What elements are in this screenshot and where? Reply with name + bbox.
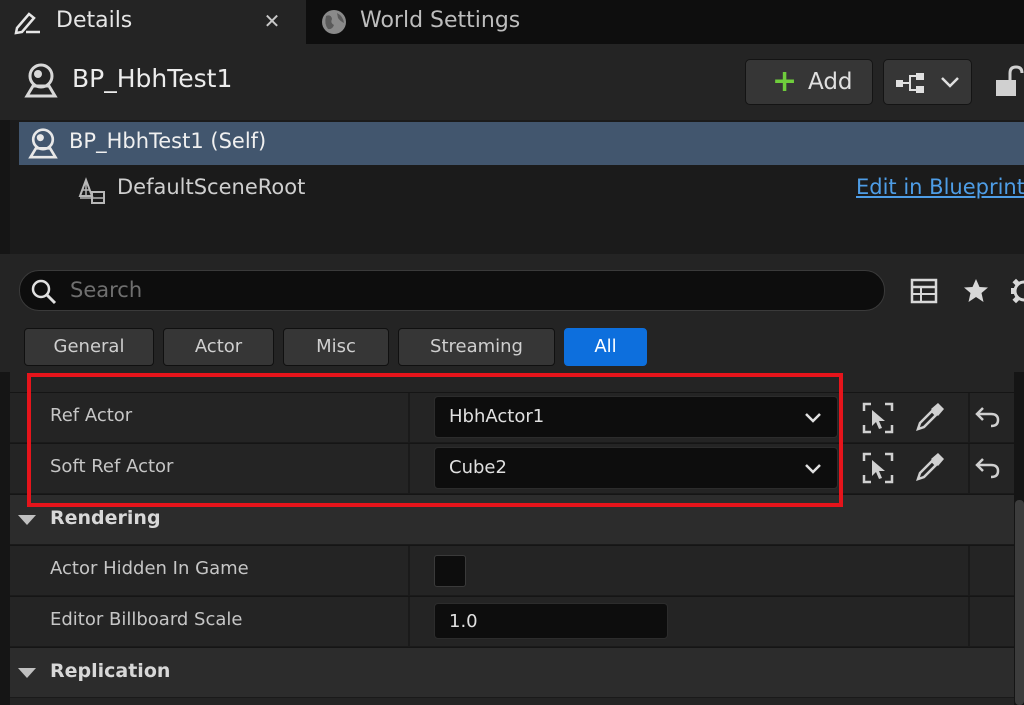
filter-general[interactable]: General: [24, 328, 154, 366]
column-divider: [968, 597, 970, 647]
ref-actor-value: HbhActor1: [449, 406, 545, 427]
scene-component-icon: [78, 177, 105, 204]
property-row-actor-hidden: Actor Hidden In Game: [10, 545, 1014, 596]
filter-misc[interactable]: Misc: [283, 328, 389, 366]
search-icon: [31, 279, 57, 305]
select-actor-icon[interactable]: [862, 452, 894, 484]
ref-actor-label: Ref Actor: [50, 405, 133, 426]
filter-all[interactable]: All: [564, 328, 647, 366]
eyedropper-icon[interactable]: [914, 451, 946, 483]
property-row-partial: [10, 372, 1014, 392]
rendering-label: Rendering: [50, 507, 161, 529]
tree-item-root-label: DefaultSceneRoot: [117, 175, 306, 199]
column-divider: [968, 444, 970, 494]
actor-title: BP_HbhTest1: [72, 64, 233, 93]
billboard-scale-value: 1.0: [449, 611, 478, 632]
tab-world-settings-label: World Settings: [360, 8, 521, 33]
category-replication[interactable]: Replication: [10, 647, 1014, 697]
search-box[interactable]: [19, 270, 885, 311]
close-icon[interactable]: ✕: [262, 9, 282, 33]
column-divider: [968, 546, 970, 596]
property-row-partial: [10, 698, 1014, 705]
reset-arrow-icon[interactable]: [975, 457, 1001, 479]
actor-hidden-label: Actor Hidden In Game: [50, 558, 249, 579]
ref-actor-combo[interactable]: HbhActor1: [434, 396, 838, 438]
chevron-down-icon: [941, 77, 959, 88]
tree-item-self-label: BP_HbhTest1 (Self): [69, 129, 267, 153]
edit-in-blueprint-link[interactable]: Edit in Blueprint: [856, 175, 1024, 199]
chevron-down-icon: [805, 413, 821, 423]
globe-icon: [322, 10, 346, 34]
gear-icon[interactable]: [1008, 276, 1024, 306]
tab-details-label: Details: [56, 8, 133, 33]
hierarchy-options-button[interactable]: [883, 59, 972, 105]
column-divider: [408, 444, 410, 494]
reset-arrow-icon[interactable]: [975, 406, 1001, 428]
scrollbar-thumb[interactable]: [1015, 500, 1024, 705]
chevron-down-icon: [805, 464, 821, 474]
category-rendering[interactable]: Rendering: [10, 494, 1014, 544]
column-divider: [968, 393, 970, 443]
add-button-label: Add: [808, 69, 853, 95]
expand-triangle-icon: [18, 668, 36, 678]
expand-triangle-icon: [18, 515, 36, 525]
soft-ref-actor-value: Cube2: [449, 457, 507, 478]
soft-ref-actor-label: Soft Ref Actor: [50, 456, 174, 477]
eyedropper-icon[interactable]: [914, 401, 946, 433]
lock-icon[interactable]: [994, 64, 1024, 98]
search-input[interactable]: [70, 275, 870, 305]
filter-streaming[interactable]: Streaming: [398, 328, 555, 366]
billboard-scale-label: Editor Billboard Scale: [50, 609, 243, 630]
tree-item-self[interactable]: BP_HbhTest1 (Self): [19, 122, 1024, 165]
soft-ref-actor-combo[interactable]: Cube2: [434, 447, 838, 489]
column-divider: [408, 546, 410, 596]
billboard-scale-input[interactable]: 1.0: [434, 603, 668, 639]
column-divider: [408, 597, 410, 647]
plus-icon: +: [772, 64, 798, 99]
pencil-icon: [14, 12, 40, 35]
filter-actor[interactable]: Actor: [163, 328, 274, 366]
star-icon[interactable]: [962, 277, 990, 305]
add-component-button[interactable]: + Add: [745, 59, 873, 105]
actor-hidden-checkbox[interactable]: [434, 555, 466, 587]
select-actor-icon[interactable]: [862, 402, 894, 434]
actor-icon: [28, 128, 58, 159]
hierarchy-icon: [896, 73, 924, 93]
column-divider: [408, 393, 410, 443]
replication-label: Replication: [50, 660, 171, 682]
tab-details[interactable]: Details ✕: [0, 0, 306, 44]
table-view-icon[interactable]: [910, 278, 938, 304]
actor-icon: [24, 63, 58, 98]
